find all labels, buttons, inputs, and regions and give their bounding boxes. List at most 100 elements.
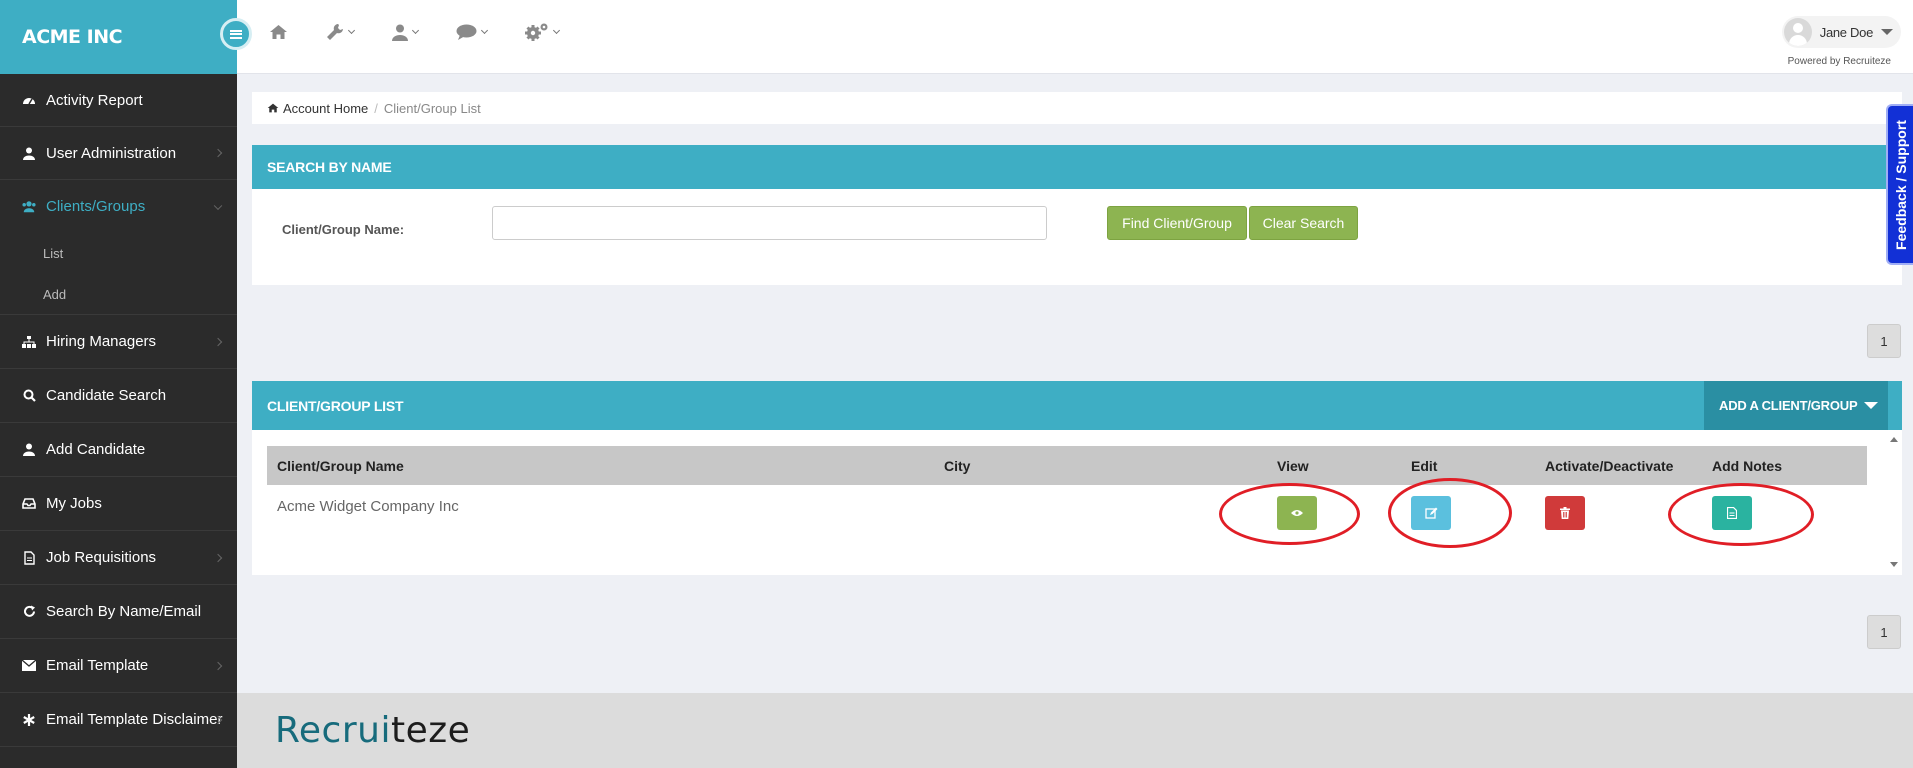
- sidebar-item-hiring-managers[interactable]: Hiring Managers: [0, 315, 237, 369]
- gears-icon: [525, 23, 548, 41]
- view-cell: [1267, 485, 1401, 540]
- sidebar-item-user-administration[interactable]: User Administration: [0, 127, 237, 180]
- sitemap-icon: [22, 335, 36, 349]
- document-icon: [22, 550, 36, 565]
- top-nav-icons: [269, 22, 597, 42]
- add-notes-button[interactable]: [1712, 495, 1752, 530]
- sidebar-subitem-list[interactable]: List: [0, 233, 237, 274]
- wrench-icon: [327, 24, 343, 40]
- logo-part-2: teze: [390, 710, 471, 751]
- sidebar-item-email-template[interactable]: Email Template: [0, 639, 237, 693]
- sidebar-item-label: Email Template Disclaimer: [46, 711, 223, 728]
- feedback-support-label: Feedback / Support: [1892, 119, 1909, 250]
- home-icon: [267, 103, 279, 113]
- column-header: City: [934, 446, 1267, 485]
- column-header: Add Notes: [1702, 446, 1867, 485]
- sidebar-item-label: Search By Name/Email: [46, 603, 202, 620]
- view-button[interactable]: [1277, 495, 1317, 530]
- client-group-list-panel: CLIENT/GROUP LIST ADD A CLIENT/GROUP Cli…: [252, 381, 1902, 575]
- chevron-down-icon: [480, 26, 489, 35]
- client-group-name-label: Client/Group Name:: [282, 222, 405, 237]
- clear-search-button[interactable]: Clear Search: [1249, 206, 1358, 240]
- chevron-down-icon: [347, 26, 356, 35]
- home-nav-button[interactable]: [269, 22, 288, 42]
- activate-deactivate-cell: [1535, 485, 1702, 540]
- messages-menu-button[interactable]: [456, 22, 489, 42]
- add-client-group-label: ADD A CLIENT/GROUP: [1719, 398, 1858, 413]
- column-header: Client/Group Name: [267, 446, 934, 485]
- breadcrumb-current: Client/Group List: [383, 100, 481, 116]
- breadcrumb: Account Home / Client/Group List: [252, 92, 1902, 124]
- tools-menu-button[interactable]: [326, 22, 356, 42]
- edit-icon: [1424, 507, 1437, 519]
- avatar: [1783, 18, 1812, 46]
- dashboard-icon: [22, 93, 36, 107]
- client-group-table: Client/Group Name City View Edit Activat…: [267, 446, 1867, 540]
- sidebar-item-label: User Administration: [46, 144, 177, 162]
- search-form: Client/Group Name: Find Client/Group Cle…: [252, 189, 1902, 285]
- find-client-group-button[interactable]: Find Client/Group: [1107, 206, 1247, 240]
- powered-by-text: Powered by Recruiteze: [1787, 56, 1891, 67]
- user-profile-menu[interactable]: Jane Doe: [1781, 16, 1901, 48]
- edit-button[interactable]: [1411, 495, 1451, 530]
- chevron-right-icon: [213, 661, 223, 670]
- envelope-icon: [22, 659, 36, 673]
- table-row: Acme Widget Company Inc: [267, 485, 1867, 540]
- feedback-support-tab[interactable]: Feedback / Support: [1886, 104, 1913, 265]
- chevron-down-icon: [213, 201, 223, 210]
- sidebar-item-email-template-disclaimer[interactable]: Email Template Disclaimer: [0, 693, 237, 747]
- chat-icon: [456, 24, 477, 40]
- asterisk-icon: [22, 713, 36, 727]
- sidebar-item-label: Activity Report: [46, 91, 143, 109]
- search-panel: SEARCH BY NAME Client/Group Name: Find C…: [252, 145, 1902, 285]
- sidebar-item-activity-report[interactable]: Activity Report: [0, 74, 237, 127]
- sidebar-item-label: Job Requisitions: [46, 549, 157, 566]
- sidebar-item-label: Clients/Groups: [46, 198, 146, 215]
- search-icon: [22, 389, 36, 403]
- sidebar-item-add-candidate[interactable]: Add Candidate: [0, 423, 237, 477]
- sidebar-item-my-jobs[interactable]: My Jobs: [0, 477, 237, 531]
- client-group-name-cell: Acme Widget Company Inc: [277, 498, 459, 515]
- table-header-row: Client/Group Name City View Edit Activat…: [267, 446, 1867, 485]
- sidebar-item-label: Email Template: [46, 657, 149, 674]
- inbox-icon: [22, 497, 36, 511]
- top-header: Jane Doe Powered by Recruiteze: [237, 0, 1913, 74]
- footer: Recruiteze: [237, 693, 1913, 768]
- settings-menu-button[interactable]: [525, 22, 561, 42]
- pagination-page-button[interactable]: 1: [1867, 324, 1901, 358]
- chevron-down-icon: [552, 26, 561, 35]
- add-client-group-dropdown[interactable]: ADD A CLIENT/GROUP: [1704, 381, 1888, 430]
- search-panel-title: SEARCH BY NAME: [252, 145, 1902, 189]
- sidebar-item-clients-groups[interactable]: Clients/Groups: [0, 180, 237, 233]
- scroll-down-arrow[interactable]: [1890, 562, 1898, 567]
- chevron-right-icon: [213, 553, 223, 562]
- pagination-page-button[interactable]: 1: [1867, 615, 1901, 649]
- refresh-icon: [22, 605, 36, 619]
- sidebar-item-candidate-search[interactable]: Candidate Search: [0, 369, 237, 423]
- user-icon: [22, 146, 36, 160]
- column-header: View: [1267, 446, 1401, 485]
- sidebar-item-job-requisitions[interactable]: Job Requisitions: [0, 531, 237, 585]
- menu-toggle-button[interactable]: [220, 18, 252, 50]
- sidebar-subitem-add[interactable]: Add: [0, 274, 237, 315]
- city-cell: [934, 485, 1267, 540]
- client-group-name-input[interactable]: [492, 206, 1047, 240]
- user-menu-button[interactable]: [392, 22, 420, 42]
- recruiteze-logo: Recruiteze: [275, 710, 470, 751]
- edit-cell: [1401, 485, 1535, 540]
- brand-logo[interactable]: ACME INC: [0, 0, 237, 74]
- scroll-up-arrow[interactable]: [1890, 437, 1898, 442]
- column-header: Activate/Deactivate: [1535, 446, 1702, 485]
- caret-down-icon: [1864, 402, 1879, 409]
- column-header: Edit: [1401, 446, 1535, 485]
- hamburger-icon: [230, 29, 242, 39]
- activate-deactivate-button[interactable]: [1545, 495, 1585, 530]
- user-icon: [22, 443, 36, 457]
- eye-icon: [1291, 509, 1303, 516]
- sidebar-item-label: My Jobs: [46, 495, 102, 512]
- user-icon: [392, 24, 408, 41]
- sidebar-item-search-by-name-email[interactable]: Search By Name/Email: [0, 585, 237, 639]
- breadcrumb-home-link[interactable]: Account Home: [283, 101, 368, 116]
- chevron-down-icon: [411, 26, 420, 35]
- list-panel-title: CLIENT/GROUP LIST: [267, 397, 404, 414]
